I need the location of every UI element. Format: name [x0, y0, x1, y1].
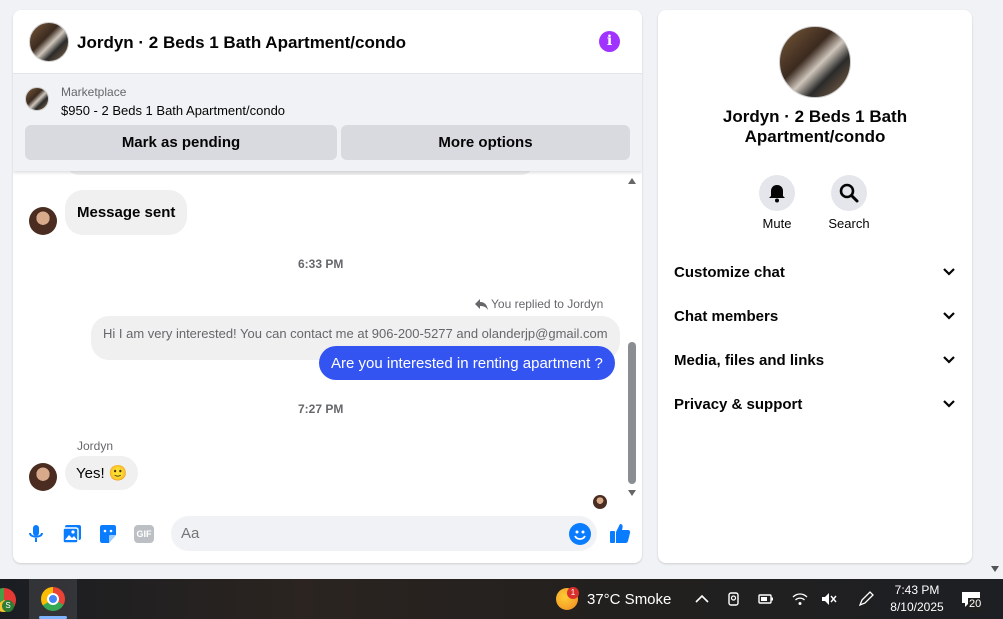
composer: GIF [13, 511, 642, 563]
conversation-info-panel: Jordyn · 2 Beds 1 Bath Apartment/condo M… [658, 10, 972, 563]
outgoing-message-text: Are you interested in renting apartment … [331, 354, 603, 372]
scroll-up-arrow[interactable] [628, 178, 636, 184]
reply-note: You replied to Jordyn [475, 297, 603, 311]
smile-emoji: 🙂 [108, 465, 128, 482]
search-label: Search [828, 216, 870, 231]
gif-icon[interactable]: GIF [134, 525, 154, 543]
listing-title[interactable]: $950 - 2 Beds 1 Bath Apartment/condo [61, 103, 285, 118]
message-sent-bubble: Message sent [65, 190, 188, 235]
reply-note-text: You replied to Jordyn [491, 297, 604, 311]
message-input[interactable] [171, 516, 597, 551]
weather-text[interactable]: 37°C Smoke [587, 591, 671, 608]
incoming-message[interactable]: Yes! 🙂 [65, 456, 139, 490]
section-label: Chat members [674, 307, 779, 325]
clock-date: 8/10/2025 [890, 600, 944, 614]
reply-icon [475, 298, 488, 310]
quoted-message-text: Hi I am very interested! You can contact… [103, 326, 608, 341]
section-media-files-links[interactable]: Media, files and links [674, 345, 956, 375]
search-icon [839, 183, 859, 203]
sender-name: Jordyn [77, 439, 114, 453]
emoji-icon[interactable] [569, 523, 591, 545]
more-options-button[interactable]: More options [341, 125, 630, 160]
thumbs-up-icon[interactable] [609, 522, 631, 544]
page-scroll-down-arrow[interactable] [991, 566, 999, 572]
chevron-down-icon [943, 312, 955, 320]
scroll-down-arrow[interactable] [628, 490, 636, 496]
listing-avatar[interactable] [29, 22, 69, 62]
chrome-icon [41, 587, 65, 611]
battery-icon[interactable] [757, 590, 775, 608]
contact-avatar[interactable] [29, 463, 57, 491]
weather-badge: 1 [567, 587, 579, 599]
section-customize-chat[interactable]: Customize chat [674, 257, 956, 287]
listing-thumbnail[interactable] [25, 87, 49, 111]
search-button[interactable] [831, 175, 867, 211]
section-chat-members[interactable]: Chat members [674, 301, 956, 331]
conversation-name: Jordyn · 2 Beds 1 Bath Apartment/condo [722, 107, 908, 146]
mute-button[interactable] [759, 175, 795, 211]
chevron-up-icon[interactable] [693, 590, 711, 608]
timestamp: 6:33 PM [298, 257, 344, 271]
taskbar-chrome-button[interactable] [29, 579, 77, 619]
contact-avatar[interactable] [29, 207, 57, 235]
camera-icon[interactable] [725, 590, 743, 608]
message-scrollbar[interactable] [626, 176, 638, 498]
incoming-message-text: Yes! [76, 464, 105, 482]
section-privacy-support[interactable]: Privacy & support [674, 389, 956, 419]
clock-time: 7:43 PM [894, 583, 940, 597]
info-icon[interactable]: i [599, 31, 620, 52]
microphone-icon[interactable] [26, 524, 46, 544]
pen-icon[interactable] [857, 590, 875, 608]
section-label: Media, files and links [674, 351, 825, 369]
chat-panel: Jordyn · 2 Beds 1 Bath Apartment/condo i… [13, 10, 642, 563]
app-badge: S [2, 600, 14, 612]
message-list: Message sent 6:33 PM You replied to Jord… [13, 171, 642, 511]
scroll-thumb[interactable] [628, 342, 636, 484]
notification-count: 20 [968, 598, 983, 610]
message-sent-text: Message sent [77, 204, 176, 221]
gallery-icon[interactable] [62, 524, 82, 544]
speaker-muted-icon[interactable] [820, 590, 838, 608]
mark-pending-button[interactable]: Mark as pending [25, 125, 337, 160]
taskbar: S 1 37°C Smoke 7:43 PM 8/10/2025 20 [0, 579, 1003, 619]
chevron-down-icon [943, 268, 955, 276]
marketplace-bar: Marketplace $950 - 2 Beds 1 Bath Apartme… [13, 74, 642, 171]
listing-avatar-large[interactable] [779, 26, 851, 98]
chevron-down-icon [943, 400, 955, 408]
chat-title[interactable]: Jordyn · 2 Beds 1 Bath Apartment/condo [77, 33, 406, 53]
message-bubble-cut [65, 171, 535, 175]
bell-icon [769, 185, 785, 203]
section-label: Customize chat [674, 263, 785, 281]
sticker-icon[interactable] [98, 524, 118, 544]
wifi-icon[interactable] [791, 590, 809, 608]
mute-label: Mute [762, 216, 792, 231]
chevron-down-icon [943, 356, 955, 364]
marketplace-label: Marketplace [61, 85, 127, 99]
taskbar-clock[interactable]: 7:43 PM 8/10/2025 [885, 582, 949, 616]
section-label: Privacy & support [674, 395, 803, 413]
outgoing-message[interactable]: Are you interested in renting apartment … [319, 346, 615, 380]
timestamp: 7:27 PM [298, 402, 344, 416]
chat-header: Jordyn · 2 Beds 1 Bath Apartment/condo i [13, 10, 642, 74]
read-receipt-avatar [593, 495, 607, 509]
